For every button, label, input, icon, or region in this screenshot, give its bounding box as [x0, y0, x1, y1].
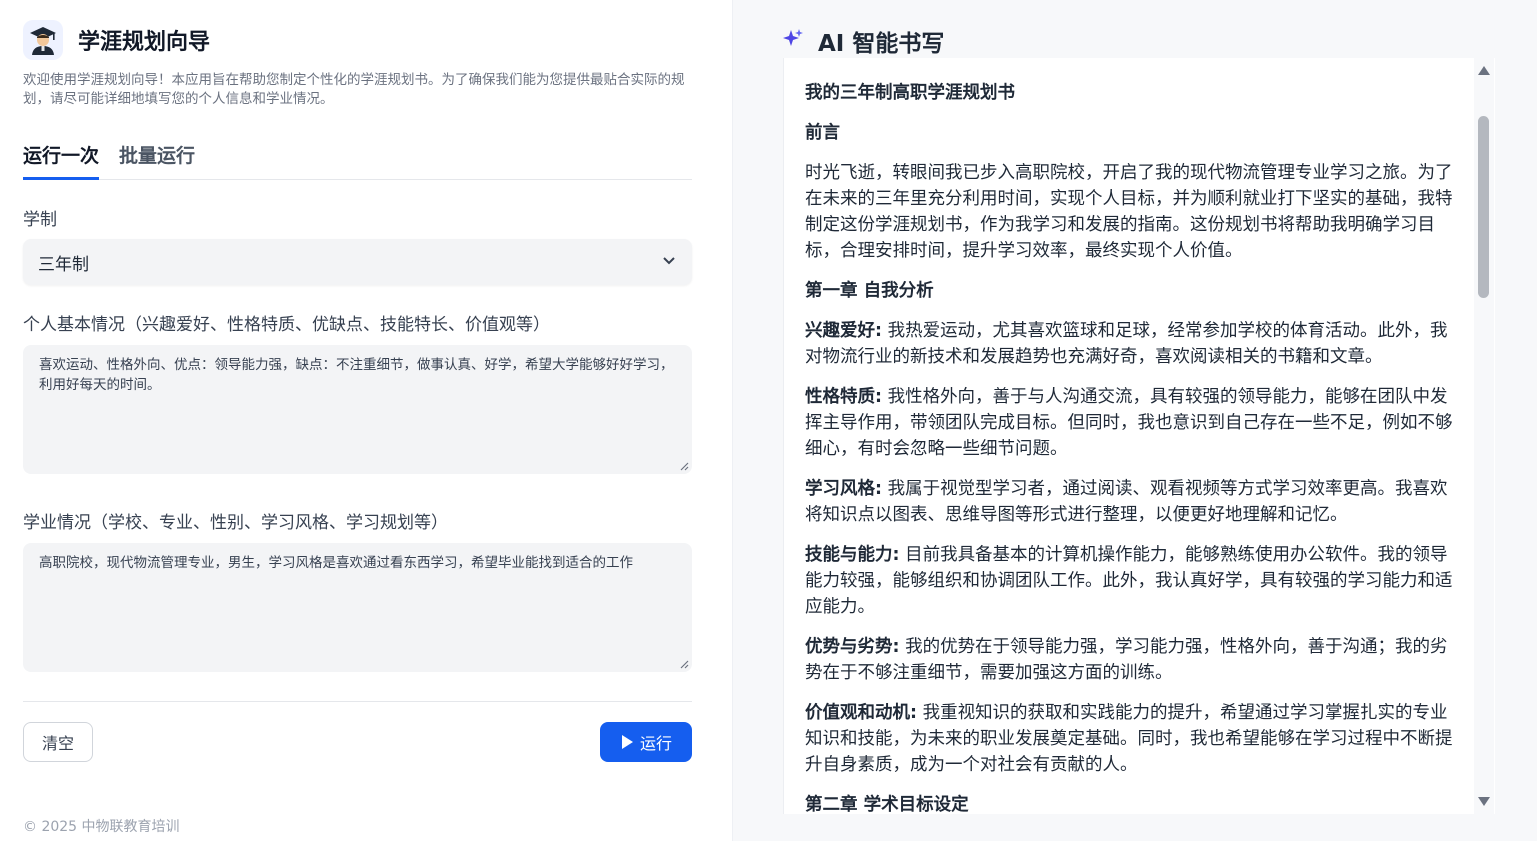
academic-info-label: 学业情况（学校、专业、性别、学习风格、学习规划等） [23, 513, 448, 533]
school-system-value: 三年制 [38, 254, 89, 275]
academic-info-textarea[interactable]: 高职院校，现代物流管理专业，男生，学习风格是喜欢通过看东西学习，希望毕业能找到适… [23, 543, 692, 672]
analysis-item: 价值观和动机: 我重视知识的获取和实践能力的提升，希望通过学习掌握扎实的专业知识… [805, 703, 1453, 775]
mode-tabs: 运行一次 批量运行 [23, 138, 692, 180]
run-button-label: 运行 [639, 734, 672, 753]
generated-document[interactable]: 我的三年制高职学涯规划书 前言 时光飞逝，转眼间我已步入高职院校，开启了我的现代… [783, 58, 1495, 814]
resize-handle-icon[interactable] [679, 461, 689, 471]
app-title: 学涯规划向导 [78, 30, 211, 55]
school-system-select[interactable]: 三年制 [23, 239, 692, 285]
ai-header: AI 智能书写 [782, 24, 944, 58]
preface-heading: 前言 [805, 123, 840, 143]
analysis-item: 兴趣爱好: 我热爱运动，尤其喜欢篮球和足球，经常参加学校的体育活动。此外，我对物… [805, 321, 1448, 367]
analysis-item: 学习风格: 我属于视觉型学习者，通过阅读、观看视频等方式学习效率更高。我喜欢将知… [805, 479, 1448, 525]
app-header: 学涯规划向导 [23, 20, 210, 60]
ai-title: AI 智能书写 [818, 31, 945, 57]
document-content: 我的三年制高职学涯规划书 前言 时光飞逝，转眼间我已步入高职院校，开启了我的现代… [805, 80, 1455, 814]
scroll-up-icon[interactable] [1478, 66, 1490, 75]
analysis-item: 技能与能力: 目前我具备基本的计算机操作能力，能够熟练使用办公软件。我的领导能力… [805, 545, 1453, 617]
play-icon [621, 735, 633, 749]
footer-copyright: © 2025 中物联教育培训 [23, 819, 180, 835]
personal-info-value: 喜欢运动、性格外向、优点：领导能力强，缺点：不注重细节，做事认真、好学，希望大学… [39, 357, 674, 393]
divider [23, 701, 692, 702]
output-scrollbar[interactable] [1474, 58, 1494, 814]
chapter1-heading: 第一章 自我分析 [805, 281, 934, 301]
scroll-thumb[interactable] [1478, 116, 1489, 298]
preface-paragraph: 时光飞逝，转眼间我已步入高职院校，开启了我的现代物流管理专业学习之旅。为了在未来… [805, 163, 1453, 261]
scroll-down-icon[interactable] [1478, 797, 1490, 806]
student-avatar-icon [23, 20, 63, 60]
chapter2-heading: 第二章 学术目标设定 [805, 795, 969, 814]
tab-run-once[interactable]: 运行一次 [23, 138, 100, 180]
analysis-item: 优势与劣势: 我的优势在于领导能力强，学习能力强，性格外向，善于沟通；我的劣势在… [805, 637, 1448, 683]
chevron-down-icon [661, 252, 677, 273]
input-panel: 学涯规划向导 欢迎使用学涯规划向导！本应用旨在帮助您制定个性化的学涯规划书。为了… [0, 0, 733, 841]
analysis-item: 性格特质: 我性格外向，善于与人沟通交流，具有较强的领导能力，能够在团队中发挥主… [805, 387, 1453, 459]
tab-batch-run[interactable]: 批量运行 [119, 138, 195, 180]
sparkle-icon [782, 28, 804, 54]
run-button[interactable]: 运行 [600, 722, 692, 762]
app-description: 欢迎使用学涯规划向导！本应用旨在帮助您制定个性化的学涯规划书。为了确保我们能为您… [23, 72, 685, 107]
personal-info-label: 个人基本情况（兴趣爱好、性格特质、优缺点、技能特长、价值观等） [23, 315, 550, 335]
academic-info-value: 高职院校，现代物流管理专业，男生，学习风格是喜欢通过看东西学习，希望毕业能找到适… [39, 555, 633, 571]
personal-info-textarea[interactable]: 喜欢运动、性格外向、优点：领导能力强，缺点：不注重细节，做事认真、好学，希望大学… [23, 345, 692, 474]
school-system-label: 学制 [23, 210, 57, 230]
clear-button[interactable]: 清空 [23, 722, 93, 762]
resize-handle-icon[interactable] [679, 659, 689, 669]
document-title: 我的三年制高职学涯规划书 [805, 83, 1015, 103]
